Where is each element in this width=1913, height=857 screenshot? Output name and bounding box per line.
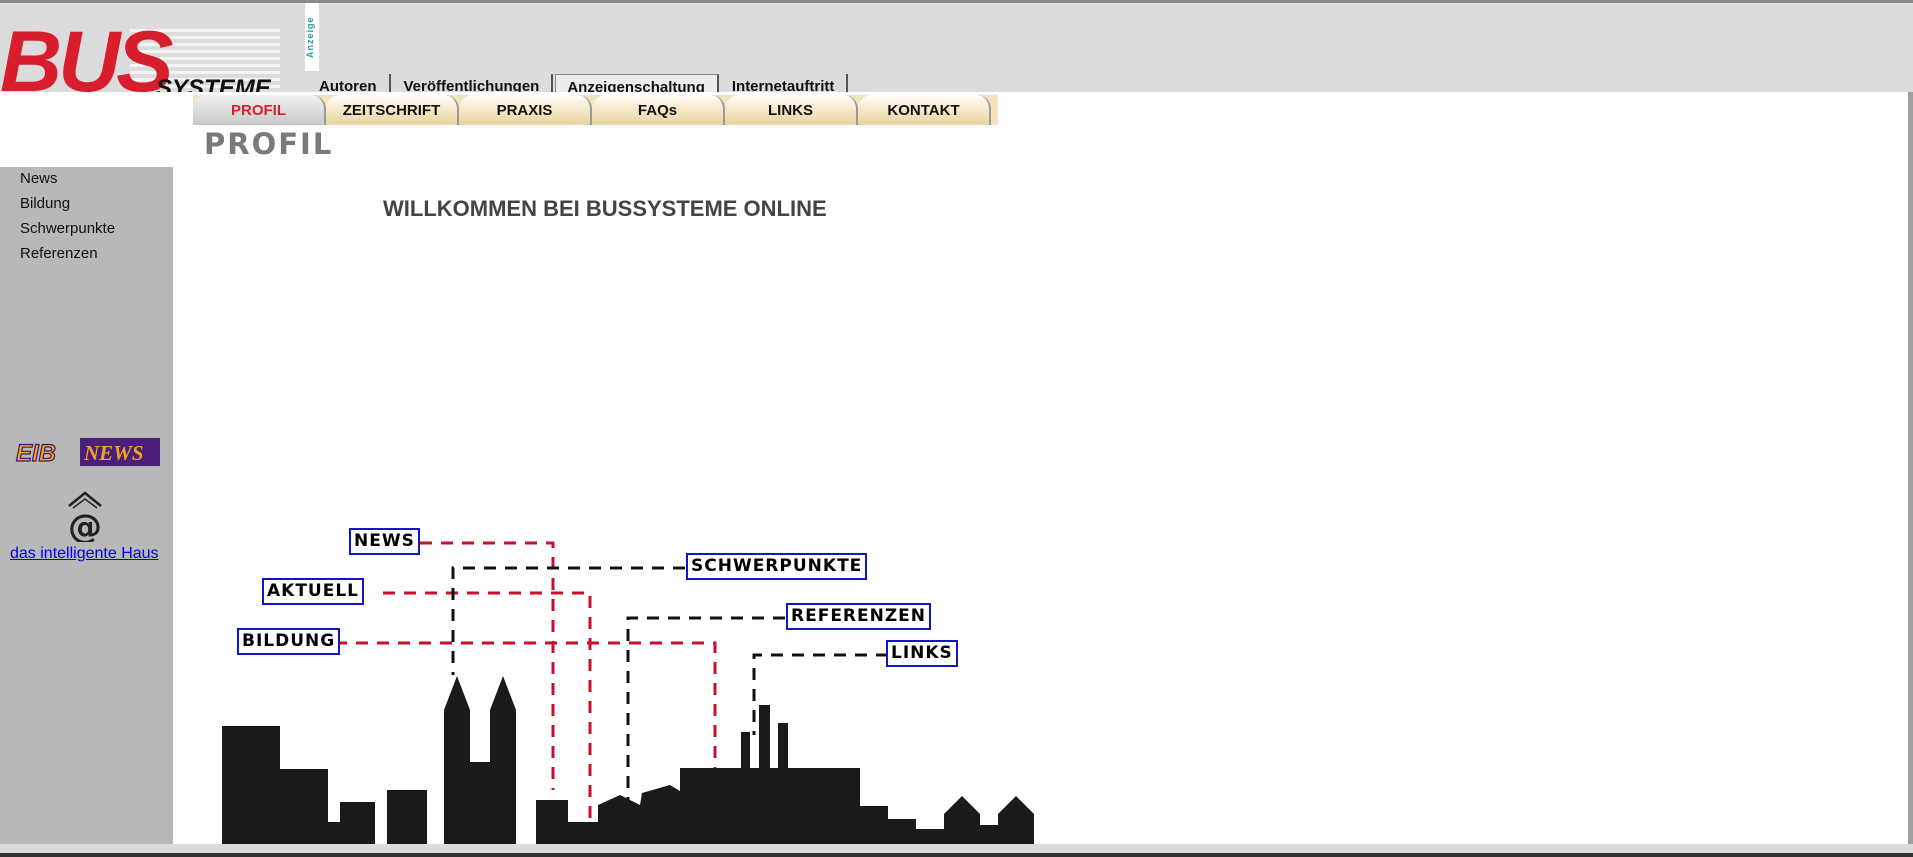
skyline-label-schwerpunkte[interactable]: SCHWERPUNKTE — [686, 553, 868, 580]
sidebar-item-news[interactable]: News — [20, 170, 58, 187]
right-edge — [1908, 92, 1913, 844]
intelligent-home-link[interactable]: das intelligente Haus — [10, 545, 159, 563]
bussysteme-logo[interactable]: BUS SYSTEME — [0, 21, 280, 95]
city-skyline-illustration — [222, 541, 1034, 844]
skyline-label-links[interactable]: LINKS — [886, 640, 958, 667]
eib-logo-left: EIB — [16, 440, 56, 466]
sidebar-item-referenzen[interactable]: Referenzen — [20, 245, 98, 262]
skyline-label-aktuell[interactable]: AKTUELL — [262, 578, 365, 605]
nav-tab-kontakt[interactable]: KONTAKT — [858, 95, 991, 125]
eib-logo-right: NEWS — [83, 441, 144, 465]
logo-main-text: BUS — [0, 21, 174, 95]
svg-text:@: @ — [68, 507, 102, 542]
nav-tab-links[interactable]: LINKS — [725, 95, 858, 125]
nav-tab-faqs[interactable]: FAQs — [592, 95, 725, 125]
skyline-label-bildung[interactable]: BILDUNG — [237, 628, 341, 655]
main-nav: PROFIL ZEITSCHRIFT PRAXIS FAQs LINKS KON… — [193, 95, 998, 125]
nav-tab-zeitschrift[interactable]: ZEITSCHRIFT — [326, 95, 459, 125]
sidebar-item-schwerpunkte[interactable]: Schwerpunkte — [20, 220, 115, 237]
skyline-label-news[interactable]: NEWS — [349, 528, 420, 555]
welcome-heading: WILLKOMMEN BEI BUSSYSTEME ONLINE — [383, 196, 827, 221]
house-at-icon[interactable]: @ — [66, 490, 104, 542]
ad-label: Anzeige — [305, 3, 319, 71]
nav-tab-profil[interactable]: PROFIL — [193, 95, 326, 125]
section-title: PROFIL — [204, 127, 334, 161]
header: BUS SYSTEME Anzeige Autoren Veröffentlic… — [0, 3, 1913, 101]
eib-news-logo[interactable]: EIB NEWS — [12, 438, 160, 466]
skyline-label-referenzen[interactable]: REFERENZEN — [786, 603, 932, 630]
footer-border — [0, 853, 1913, 857]
red-dashed-lines — [335, 541, 717, 820]
nav-tab-praxis[interactable]: PRAXIS — [459, 95, 592, 125]
sidebar-item-bildung[interactable]: Bildung — [20, 195, 70, 212]
